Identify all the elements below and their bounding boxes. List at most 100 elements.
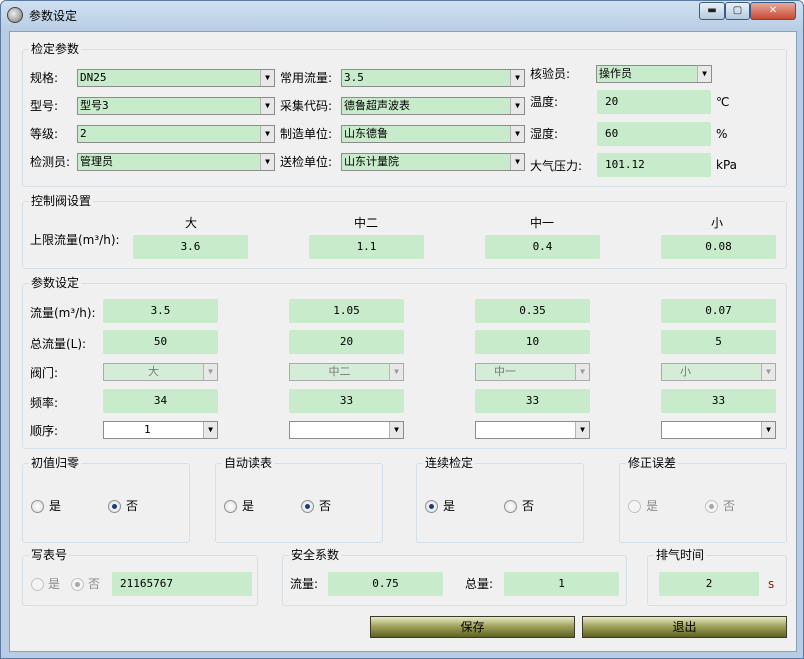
app-icon bbox=[7, 7, 23, 23]
correct-group: 修正误差 bbox=[619, 456, 787, 543]
chevron-down-icon[interactable]: ▼ bbox=[510, 70, 524, 86]
valve-select-3[interactable]: 中一 ▼ bbox=[475, 363, 590, 381]
maker-select[interactable]: 山东德鲁 ▼ bbox=[341, 125, 525, 143]
valve-select-2[interactable]: 中二 ▼ bbox=[289, 363, 404, 381]
temp-input[interactable]: 20 bbox=[597, 90, 711, 114]
flow-input-4[interactable]: 0.07 bbox=[661, 299, 776, 323]
correct-yes-radio[interactable] bbox=[628, 500, 641, 513]
hum-input[interactable]: 60 bbox=[597, 122, 711, 146]
continuous-no-radio[interactable] bbox=[504, 500, 517, 513]
group-title: 修正误差 bbox=[626, 456, 679, 470]
writeno-yes-radio[interactable] bbox=[31, 578, 44, 591]
safety-flow-input[interactable]: 0.75 bbox=[328, 572, 443, 596]
order-select-3[interactable]: ▼ bbox=[475, 421, 590, 439]
valve-select-4[interactable]: 小 ▼ bbox=[661, 363, 776, 381]
chevron-down-icon[interactable]: ▼ bbox=[761, 364, 775, 380]
zero-yes-radio[interactable] bbox=[31, 500, 44, 513]
freq-input-2[interactable]: 33 bbox=[289, 389, 404, 413]
meter-number-input[interactable]: 21165767 bbox=[112, 572, 252, 596]
order-select-2[interactable]: ▼ bbox=[289, 421, 404, 439]
limit-mid1-input[interactable]: 0.4 bbox=[485, 235, 600, 259]
flow-input-1[interactable]: 3.5 bbox=[103, 299, 218, 323]
order-select-4[interactable]: ▼ bbox=[661, 421, 776, 439]
press-label: 大气压力: bbox=[530, 159, 583, 173]
freq-input-4[interactable]: 33 bbox=[661, 389, 776, 413]
chevron-down-icon[interactable]: ▼ bbox=[203, 364, 217, 380]
spec-label: 规格: bbox=[30, 71, 59, 85]
chevron-down-icon[interactable]: ▼ bbox=[575, 422, 589, 438]
safety-total-input[interactable]: 1 bbox=[504, 572, 619, 596]
spec-select[interactable]: DN25 ▼ bbox=[77, 69, 275, 87]
autoread-no-radio[interactable] bbox=[301, 500, 314, 513]
order-select-1[interactable]: 1 ▼ bbox=[103, 421, 218, 439]
exit-button[interactable]: 退出 bbox=[582, 616, 787, 638]
save-button[interactable]: 保存 bbox=[370, 616, 575, 638]
autoread-yes-radio[interactable] bbox=[224, 500, 237, 513]
close-button[interactable]: ✕ bbox=[750, 2, 796, 20]
autoread-yes-label: 是 bbox=[242, 499, 255, 513]
total-input-3[interactable]: 10 bbox=[475, 330, 590, 354]
maximize-button[interactable]: ▢ bbox=[725, 2, 750, 20]
freq-input-3[interactable]: 33 bbox=[475, 389, 590, 413]
chevron-down-icon[interactable]: ▼ bbox=[260, 98, 274, 114]
limit-small-input[interactable]: 0.08 bbox=[661, 235, 776, 259]
press-input[interactable]: 101.12 bbox=[597, 153, 711, 177]
autoread-no-label: 否 bbox=[319, 499, 332, 513]
chevron-down-icon[interactable]: ▼ bbox=[260, 154, 274, 170]
correct-no-radio[interactable] bbox=[705, 500, 718, 513]
grade-select[interactable]: 2 ▼ bbox=[77, 125, 275, 143]
group-title: 控制阀设置 bbox=[29, 194, 94, 208]
valve-head-large: 大 bbox=[184, 216, 197, 230]
writeno-yes-label: 是 bbox=[48, 577, 61, 591]
sender-select[interactable]: 山东计量院 ▼ bbox=[341, 153, 525, 171]
valve-select-1[interactable]: 大 ▼ bbox=[103, 363, 218, 381]
value: 1 bbox=[144, 423, 151, 436]
chevron-down-icon[interactable]: ▼ bbox=[510, 154, 524, 170]
limit-label: 上限流量(m³/h): bbox=[30, 233, 120, 247]
inspector-select[interactable]: 管理员 ▼ bbox=[77, 153, 275, 171]
flow-select[interactable]: 3.5 ▼ bbox=[341, 69, 525, 87]
flow-input-3[interactable]: 0.35 bbox=[475, 299, 590, 323]
chevron-down-icon[interactable]: ▼ bbox=[389, 364, 403, 380]
valve-head-mid1: 中一 bbox=[529, 216, 554, 230]
checker-select[interactable]: 操作员 ▼ bbox=[596, 65, 712, 83]
model-select[interactable]: 型号3 ▼ bbox=[77, 97, 275, 115]
group-title: 安全系数 bbox=[289, 548, 342, 562]
zero-no-label: 否 bbox=[126, 499, 139, 513]
hum-label: 湿度: bbox=[530, 127, 559, 141]
minimize-button[interactable]: ▬ bbox=[699, 2, 725, 20]
total-input-2[interactable]: 20 bbox=[289, 330, 404, 354]
chevron-down-icon[interactable]: ▼ bbox=[697, 66, 711, 82]
continuous-group: 连续检定 bbox=[416, 456, 584, 543]
zero-yes-label: 是 bbox=[49, 499, 62, 513]
title-bar: 参数设定 ▬ ▢ ✕ bbox=[1, 1, 803, 29]
chevron-down-icon[interactable]: ▼ bbox=[389, 422, 403, 438]
chevron-down-icon[interactable]: ▼ bbox=[260, 126, 274, 142]
group-title: 写表号 bbox=[29, 548, 70, 562]
total-input-4[interactable]: 5 bbox=[661, 330, 776, 354]
exhaust-input[interactable]: 2 bbox=[659, 572, 759, 596]
correct-yes-label: 是 bbox=[646, 499, 659, 513]
temp-label: 温度: bbox=[530, 95, 559, 109]
limit-large-input[interactable]: 3.6 bbox=[133, 235, 248, 259]
flow-input-2[interactable]: 1.05 bbox=[289, 299, 404, 323]
group-title: 初值归零 bbox=[29, 456, 82, 470]
freq-input-1[interactable]: 34 bbox=[103, 389, 218, 413]
writeno-no-radio[interactable] bbox=[71, 578, 84, 591]
total-input-1[interactable]: 50 bbox=[103, 330, 218, 354]
continuous-yes-radio[interactable] bbox=[425, 500, 438, 513]
zero-group: 初值归零 bbox=[22, 456, 190, 543]
chevron-down-icon[interactable]: ▼ bbox=[260, 70, 274, 86]
chevron-down-icon[interactable]: ▼ bbox=[761, 422, 775, 438]
value: 型号3 bbox=[80, 99, 109, 112]
limit-mid2-input[interactable]: 1.1 bbox=[309, 235, 424, 259]
chevron-down-icon[interactable]: ▼ bbox=[510, 126, 524, 142]
chevron-down-icon[interactable]: ▼ bbox=[203, 422, 217, 438]
flow-label: 常用流量: bbox=[280, 71, 333, 85]
code-select[interactable]: 德鲁超声波表 ▼ bbox=[341, 97, 525, 115]
value: 2 bbox=[80, 127, 87, 140]
chevron-down-icon[interactable]: ▼ bbox=[575, 364, 589, 380]
chevron-down-icon[interactable]: ▼ bbox=[510, 98, 524, 114]
dialog-body: 检定参数 规格: DN25 ▼ 型号: 型号3 ▼ 等级: 2 ▼ 检测员: 管理员 ▼… bbox=[9, 31, 797, 652]
zero-no-radio[interactable] bbox=[108, 500, 121, 513]
